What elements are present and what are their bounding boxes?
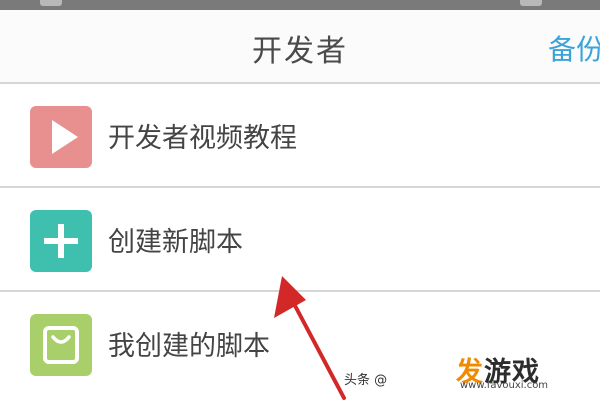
bag-icon bbox=[30, 314, 92, 376]
play-icon bbox=[30, 106, 92, 168]
list-item-label: 我创建的脚本 bbox=[108, 331, 270, 362]
top-bar: 开发者 备份 bbox=[0, 10, 600, 82]
page-title: 开发者 bbox=[252, 34, 348, 69]
brand-url: www.favouxi.com bbox=[460, 380, 549, 391]
list-item-video-tutorial[interactable]: 开发者视频教程 bbox=[0, 82, 600, 188]
developer-screen: 开发者 备份 开发者视频教程 创建新脚本 我创建的脚本 头条 @ 发游戏 www… bbox=[0, 0, 600, 400]
status-bar bbox=[0, 0, 600, 10]
list-item-label: 开发者视频教程 bbox=[108, 123, 297, 154]
plus-icon bbox=[30, 210, 92, 272]
status-indicator bbox=[40, 0, 62, 6]
watermark-text: 头条 @ bbox=[344, 373, 388, 388]
brand-logo: 发游戏 www.favouxi.com bbox=[456, 348, 592, 396]
list-item-label: 创建新脚本 bbox=[108, 227, 243, 258]
backup-button[interactable]: 备份 bbox=[548, 28, 600, 68]
status-indicator bbox=[520, 0, 542, 6]
list-item-create-script[interactable]: 创建新脚本 bbox=[0, 186, 600, 292]
